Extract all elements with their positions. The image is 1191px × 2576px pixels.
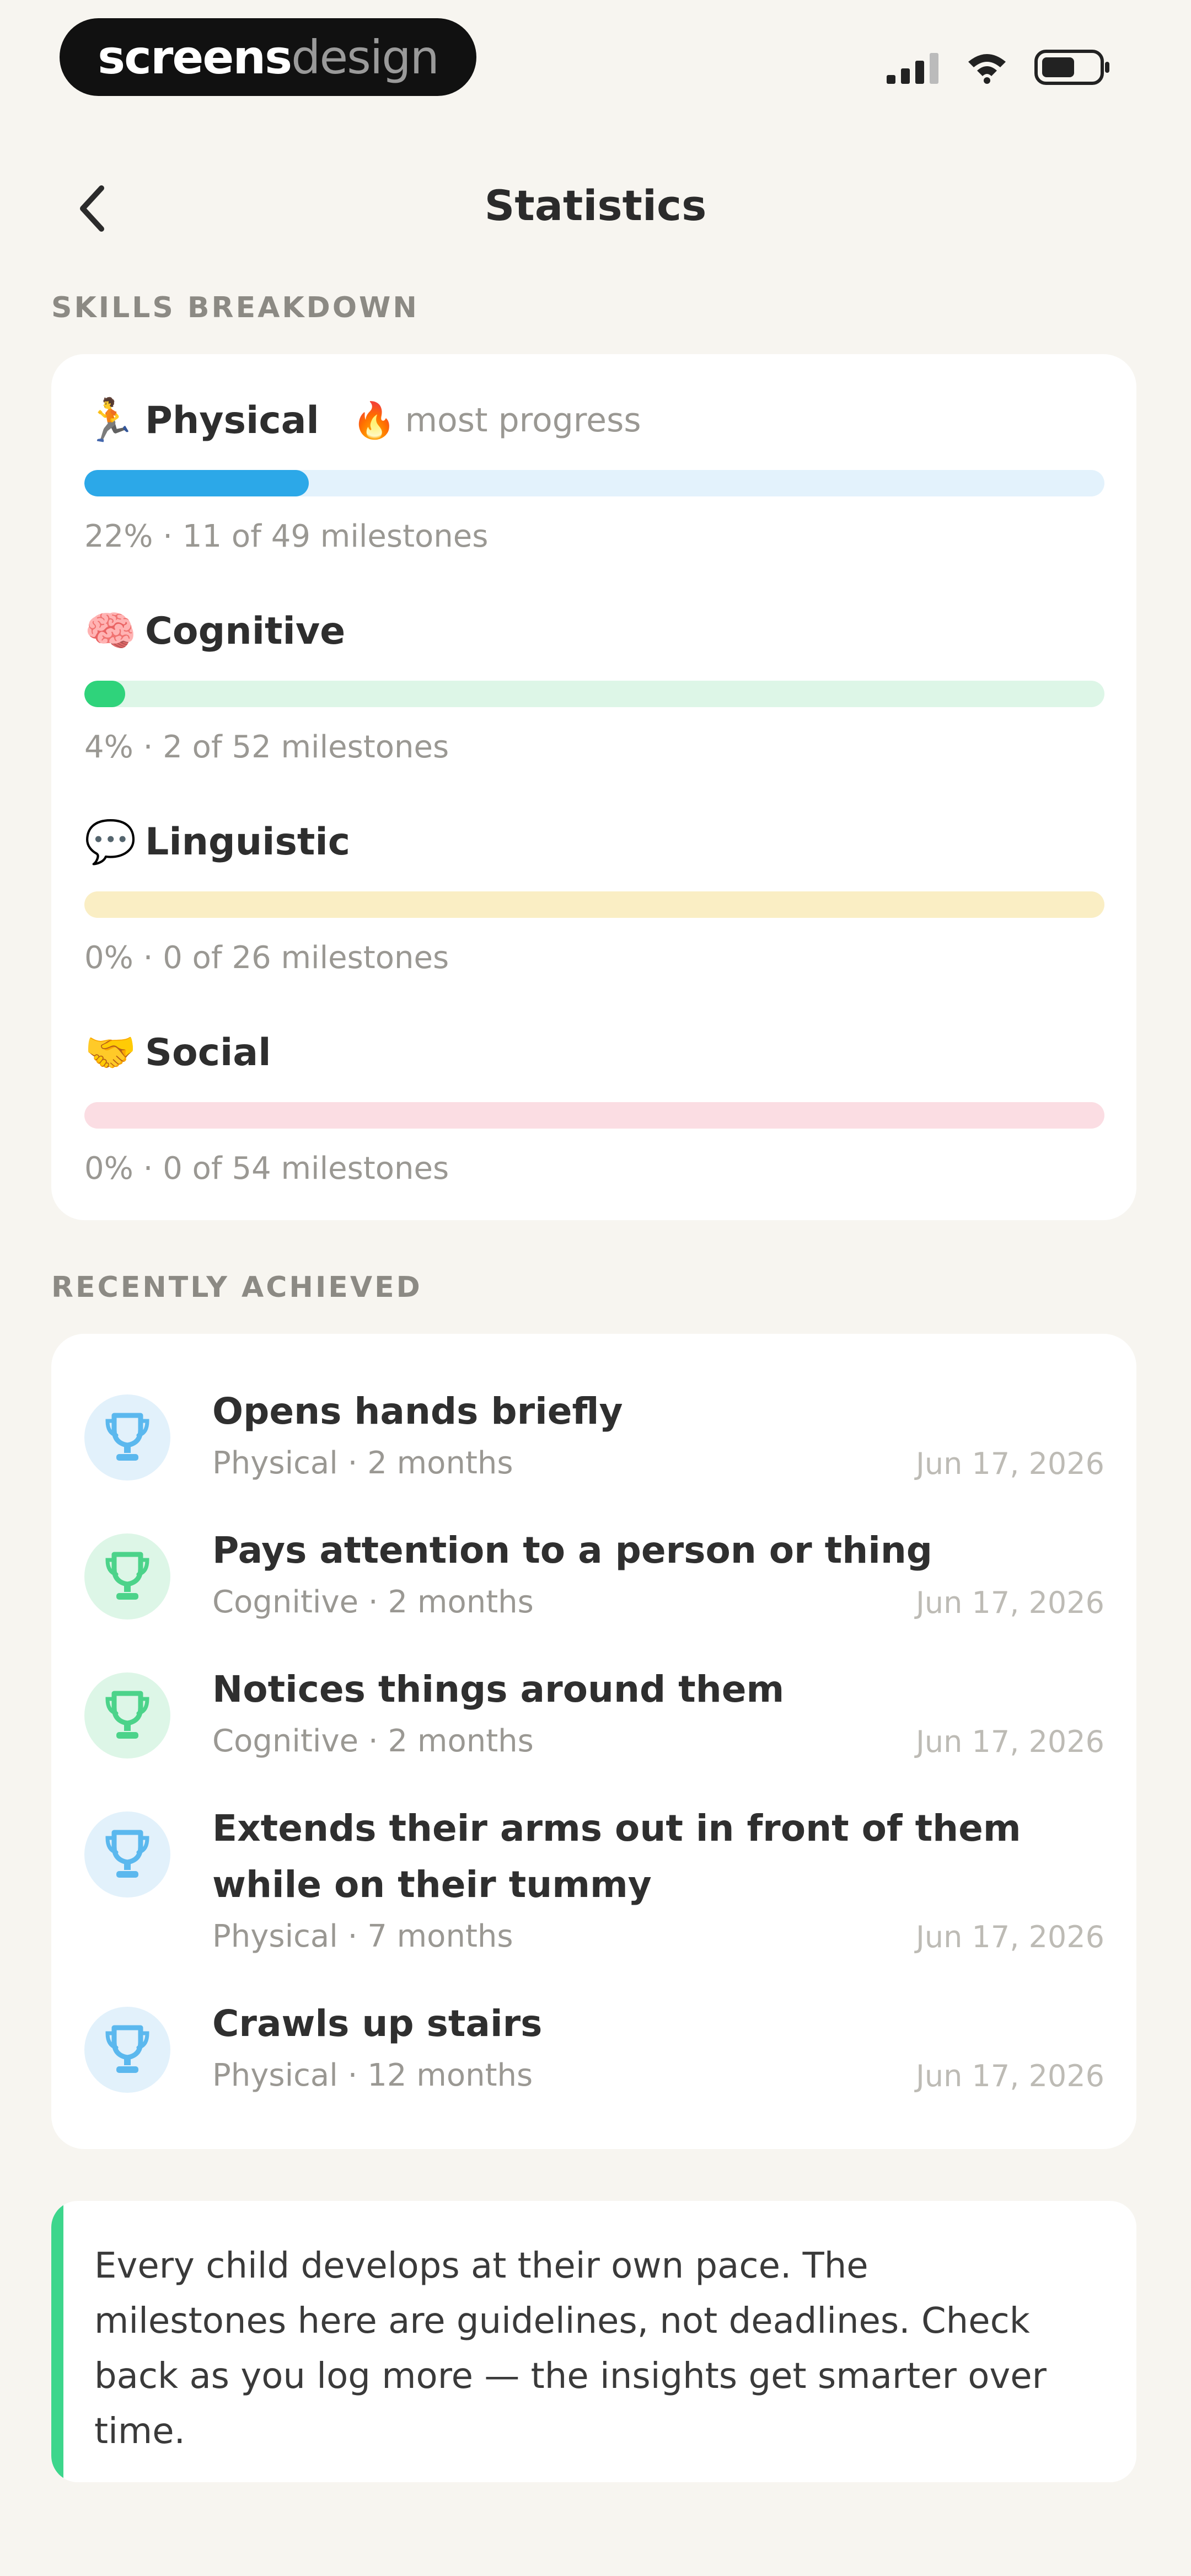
battery-icon — [1034, 50, 1112, 85]
handshake-icon: 🤝 — [84, 1028, 137, 1077]
milestone-trophy-icon — [84, 1672, 170, 1759]
progress-fill — [84, 470, 309, 496]
brand-logo-bold: screens — [98, 30, 292, 84]
running-person-icon: 🏃 — [84, 396, 137, 445]
milestone-date: Jun 17, 2026 — [915, 1585, 1104, 1620]
skill-name: Linguistic — [145, 820, 351, 864]
section-label-recent: RECENTLY ACHIEVED — [51, 1271, 422, 1304]
most-progress-badge: 🔥 most progress — [352, 400, 641, 441]
skill-cognitive: 🧠 Cognitive 4% · 2 of 52 milestones — [84, 598, 1104, 765]
progress-track — [84, 1102, 1104, 1129]
milestone-date: Jun 17, 2026 — [915, 1920, 1104, 1954]
section-label-skills: SKILLS BREAKDOWN — [51, 291, 419, 324]
skill-header: 🤝 Social — [84, 1019, 1104, 1086]
badge-label: most progress — [405, 401, 641, 440]
page-title: Statistics — [484, 181, 707, 230]
recent-card: Opens hands briefly Physical · 2 months … — [51, 1334, 1136, 2149]
milestone-trophy-icon — [84, 1533, 170, 1620]
brand-logo: screens design — [60, 18, 476, 96]
cellular-signal-icon — [887, 51, 940, 84]
brain-icon: 🧠 — [84, 606, 137, 655]
progress-track — [84, 891, 1104, 918]
skill-meta: 22% · 11 of 49 milestones — [84, 519, 489, 554]
skill-meta: 4% · 2 of 52 milestones — [84, 729, 449, 765]
milestone-subtitle: Cognitive · 2 months — [212, 1584, 534, 1620]
milestone-title: Opens hands briefly — [212, 1390, 623, 1433]
skill-meta: 0% · 0 of 26 milestones — [84, 940, 449, 976]
skill-header: 🧠 Cognitive — [84, 598, 1104, 664]
milestone-subtitle: Physical · 2 months — [212, 1445, 513, 1481]
recent-milestone-item[interactable]: Crawls up stairs Physical · 12 months Ju… — [84, 1996, 1104, 2106]
note-accent-bar — [51, 2201, 63, 2482]
milestone-subtitle: Cognitive · 2 months — [212, 1723, 534, 1759]
skill-name: Social — [145, 1030, 271, 1075]
skill-name: Physical — [145, 398, 319, 442]
milestone-title: Notices things around them — [212, 1668, 785, 1711]
status-bar: screens design — [0, 0, 1191, 116]
skill-name: Cognitive — [145, 609, 346, 653]
note-text: Every child develops at their own pace. … — [94, 2246, 1047, 2452]
encouragement-note: Every child develops at their own pace. … — [51, 2201, 1136, 2482]
skill-header: 🏃 Physical 🔥 most progress — [84, 387, 1104, 453]
milestone-date: Jun 17, 2026 — [915, 2059, 1104, 2093]
skills-card: 🏃 Physical 🔥 most progress 22% · 11 of 4… — [51, 354, 1136, 1220]
skill-social: 🤝 Social 0% · 0 of 54 milestones — [84, 1019, 1104, 1187]
wifi-icon — [966, 51, 1008, 84]
status-icons — [887, 50, 1112, 85]
skill-physical: 🏃 Physical 🔥 most progress 22% · 11 of 4… — [84, 387, 1104, 554]
milestone-trophy-icon — [84, 1394, 170, 1481]
progress-track — [84, 681, 1104, 707]
recent-milestone-item[interactable]: Pays attention to a person or thing Cogn… — [84, 1522, 1104, 1633]
milestone-date: Jun 17, 2026 — [915, 1446, 1104, 1481]
header: Statistics — [0, 165, 1191, 254]
milestone-subtitle: Physical · 7 months — [212, 1918, 513, 1954]
progress-fill — [84, 681, 125, 707]
speech-bubble-icon: 💬 — [84, 817, 137, 866]
milestone-title: Crawls up stairs — [212, 2002, 543, 2045]
recent-milestone-item[interactable]: Notices things around them Cognitive · 2… — [84, 1661, 1104, 1772]
recent-milestone-item[interactable]: Opens hands briefly Physical · 2 months … — [84, 1383, 1104, 1494]
milestone-trophy-icon — [84, 2007, 170, 2093]
skill-linguistic: 💬 Linguistic 0% · 0 of 26 milestones — [84, 809, 1104, 976]
recent-milestone-item[interactable]: Extends their arms out in front of them … — [84, 1800, 1104, 1966]
milestone-title: Extends their arms out in front of them … — [212, 1807, 1021, 1906]
brand-logo-light: design — [291, 30, 439, 84]
skill-header: 💬 Linguistic — [84, 809, 1104, 875]
fire-icon: 🔥 — [352, 400, 396, 441]
milestone-subtitle: Physical · 12 months — [212, 2057, 533, 2093]
progress-track — [84, 470, 1104, 496]
milestone-title: Pays attention to a person or thing — [212, 1529, 933, 1572]
skill-meta: 0% · 0 of 54 milestones — [84, 1151, 449, 1187]
milestone-trophy-icon — [84, 1811, 170, 1898]
milestone-date: Jun 17, 2026 — [915, 1724, 1104, 1759]
